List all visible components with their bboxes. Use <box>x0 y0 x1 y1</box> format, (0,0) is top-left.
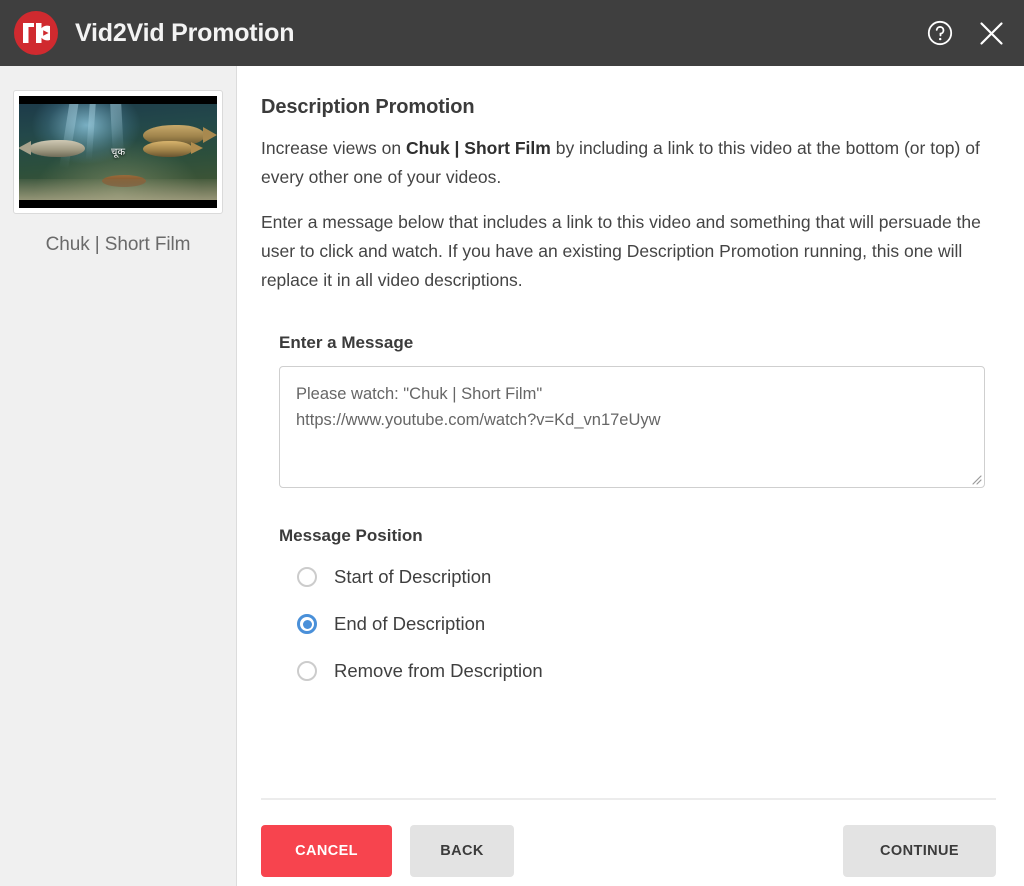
message-form-block: Enter a Message Message Position Start o… <box>261 333 996 703</box>
dialog-titlebar: Vid2Vid Promotion <box>0 0 1024 66</box>
dialog-footer: CANCEL BACK CONTINUE <box>261 798 996 886</box>
video-thumbnail: चूक <box>19 96 217 208</box>
dialog-body: चूक Chuk | Short Film Description Promot… <box>0 66 1024 886</box>
radio-label: Remove from Description <box>334 660 543 681</box>
video-sidebar: चूक Chuk | Short Film <box>0 66 237 886</box>
intro-before: Increase views on <box>261 138 406 158</box>
intro-paragraph: Increase views on Chuk | Short Film by i… <box>261 134 981 192</box>
radio-option-start-of-description[interactable]: Start of Description <box>297 562 996 592</box>
vid2vid-promotion-dialog: Vid2Vid Promotion चूक Chuk | Short Film … <box>0 0 1024 886</box>
light-ray <box>59 104 80 170</box>
radio-indicator[interactable] <box>297 567 317 587</box>
message-input[interactable] <box>279 366 985 488</box>
instructions-paragraph: Enter a message below that includes a li… <box>261 212 981 290</box>
message-position-label: Message Position <box>279 526 423 545</box>
continue-button[interactable]: CONTINUE <box>843 825 996 877</box>
cancel-button[interactable]: CANCEL <box>261 825 392 877</box>
gravel-bed <box>19 178 217 200</box>
page-title: Description Promotion <box>261 96 475 118</box>
tubebuddy-logo-icon <box>14 11 58 55</box>
radio-option-remove-from-description[interactable]: Remove from Description <box>297 656 996 686</box>
titlebar-actions <box>925 18 1006 48</box>
back-button[interactable]: BACK <box>410 825 514 877</box>
footer-divider <box>261 798 996 800</box>
close-icon[interactable] <box>976 18 1006 48</box>
help-circle-icon[interactable] <box>925 18 955 48</box>
dialog-title: Vid2Vid Promotion <box>75 18 295 47</box>
message-field-label: Enter a Message <box>279 333 414 352</box>
message-textarea-wrapper <box>279 366 985 488</box>
radio-label: End of Description <box>334 613 486 634</box>
sidebar-video-title: Chuk | Short Film <box>45 234 191 255</box>
light-ray <box>110 104 124 154</box>
radio-indicator-selected[interactable] <box>297 614 317 634</box>
video-thumbnail-card[interactable]: चूक <box>13 90 223 214</box>
thumbnail-caption: चूक <box>110 146 126 158</box>
intro-video-title: Chuk | Short Film <box>405 138 551 158</box>
radio-option-end-of-description[interactable]: End of Description <box>297 609 996 639</box>
footer-button-row: CANCEL BACK CONTINUE <box>261 825 996 877</box>
radio-indicator[interactable] <box>297 661 317 681</box>
radio-label: Start of Description <box>334 566 492 587</box>
main-panel: Description Promotion Increase views on … <box>237 66 1024 886</box>
